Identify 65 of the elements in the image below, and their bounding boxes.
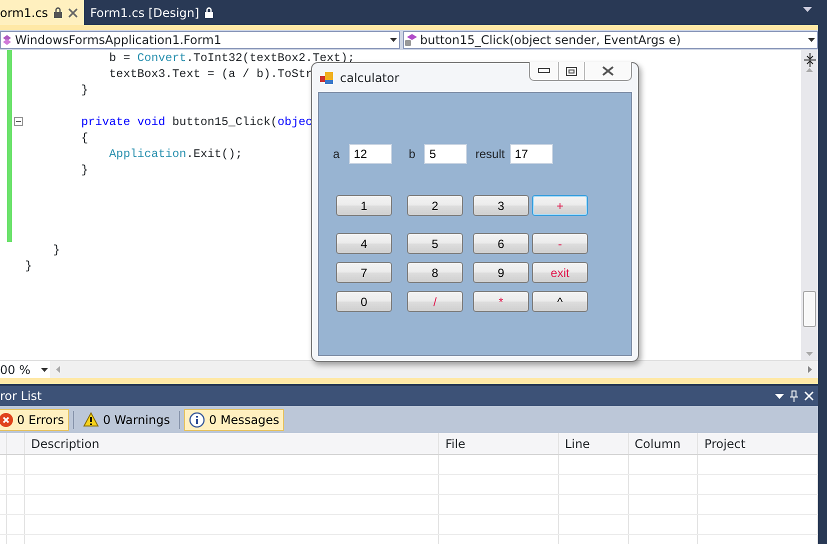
code-line: private void button15_Click(objec xyxy=(80,115,313,129)
filter-toggle[interactable]: 0 Errors xyxy=(0,408,69,430)
dropdown-icon[interactable] xyxy=(775,394,784,398)
code-line: { xyxy=(80,131,88,145)
column-header[interactable]: Project xyxy=(698,433,818,454)
warning-icon xyxy=(82,412,99,428)
dropdown-icon[interactable] xyxy=(390,38,397,42)
filter-toggle[interactable]: 0 Warnings xyxy=(78,408,175,430)
field-label: b xyxy=(408,146,416,162)
maximize-icon[interactable] xyxy=(566,66,577,76)
text-field[interactable]: 17 xyxy=(510,144,553,164)
filter-toggle[interactable]: 0 Messages xyxy=(184,408,284,430)
code-line: } xyxy=(25,259,32,273)
text-field[interactable]: 12 xyxy=(348,144,392,164)
panel-title-bar: ror List xyxy=(0,386,818,406)
scrollbar-thumb[interactable] xyxy=(803,291,816,327)
calc-button[interactable]: 8 xyxy=(407,262,463,283)
column-header[interactable]: Column xyxy=(628,433,698,454)
calc-button[interactable]: 9 xyxy=(473,262,529,283)
vertical-scrollbar[interactable] xyxy=(801,50,818,360)
calc-button[interactable]: * xyxy=(473,291,529,312)
code-line: b = Convert.ToInt32(textBox2.Text); xyxy=(108,51,355,65)
calc-button[interactable]: ^ xyxy=(532,291,588,312)
calc-button[interactable]: 0 xyxy=(336,291,392,312)
calc-button[interactable]: 2 xyxy=(407,195,463,216)
calc-button[interactable]: 6 xyxy=(473,233,529,254)
text-field[interactable]: 5 xyxy=(424,144,468,164)
zoom-combo[interactable]: 00 % xyxy=(0,361,50,378)
dropdown-icon[interactable] xyxy=(803,7,812,13)
dropdown-icon[interactable] xyxy=(41,368,48,372)
error-icon xyxy=(0,412,13,426)
scroll-right-icon[interactable] xyxy=(808,366,812,373)
info-icon xyxy=(189,412,205,428)
type-combo[interactable]: WindowsFormsApplication1.Form1 xyxy=(0,31,400,49)
editor-tab[interactable]: orm1.cs xyxy=(0,0,84,25)
field-label: a xyxy=(333,146,340,162)
calc-button[interactable]: / xyxy=(407,291,463,312)
calc-button[interactable]: 3 xyxy=(473,195,529,216)
member-combo[interactable]: button15_Click(object sender, EventArgs e) xyxy=(403,31,818,49)
code-line: } xyxy=(52,243,60,257)
code-line: } xyxy=(80,83,88,97)
method-icon xyxy=(404,33,418,47)
window-title: calculator xyxy=(340,70,400,86)
dropdown-icon[interactable] xyxy=(808,38,815,42)
column-header[interactable]: Line xyxy=(558,433,629,454)
collapse-icon[interactable] xyxy=(14,117,23,126)
column-header[interactable]: Description xyxy=(24,433,440,454)
code-line: } xyxy=(80,163,88,177)
close-icon[interactable] xyxy=(602,66,614,76)
calc-button[interactable]: 4 xyxy=(336,233,392,254)
calc-button[interactable]: 5 xyxy=(407,233,463,254)
calc-button[interactable]: 1 xyxy=(336,195,392,216)
column-header[interactable]: File xyxy=(439,433,559,454)
code-line: textBox3.Text = (a / b).ToStr xyxy=(108,67,313,81)
editor-tab[interactable]: Form1.cs [Design] xyxy=(84,0,220,25)
calc-button[interactable]: 7 xyxy=(336,262,392,283)
code-line: Application.Exit(); xyxy=(108,147,242,161)
close-icon[interactable] xyxy=(68,8,78,18)
class-icon xyxy=(1,34,13,46)
pin-icon[interactable] xyxy=(790,390,798,402)
splitter-icon[interactable] xyxy=(802,52,816,68)
field-label: result xyxy=(475,146,505,162)
calc-button[interactable]: + xyxy=(532,195,588,216)
app-icon xyxy=(320,70,334,84)
minimize-icon[interactable] xyxy=(538,68,550,74)
